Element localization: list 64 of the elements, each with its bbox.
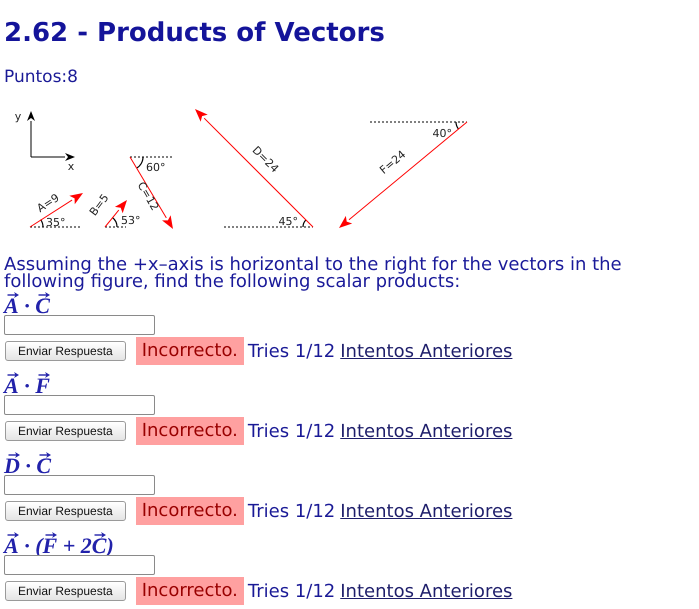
angle-label: 35° (46, 216, 66, 229)
vector-arrow-icon (6, 372, 19, 378)
submit-button[interactable]: Enviar Respuesta (5, 501, 126, 521)
reference-line (104, 226, 126, 228)
page-title: 2.62 - Products of Vectors (4, 18, 385, 48)
vector-arrow-icon (38, 372, 50, 378)
vector-arrow-icon (8, 452, 20, 458)
vector-label: A=9 (34, 191, 62, 215)
math-text: · (23, 377, 31, 395)
feedback-badge: Incorrecto. (136, 497, 244, 525)
tries-count: Tries 1/12 (248, 420, 336, 442)
feedback-badge: Incorrecto. (136, 337, 244, 365)
vector-symbol: A (4, 377, 19, 395)
answer-field[interactable] (4, 395, 155, 415)
math-text: + 2 (62, 537, 92, 555)
vector-symbol: A (4, 297, 19, 315)
axis-label: y (14, 110, 22, 123)
vector-symbol: F (35, 377, 50, 395)
previous-attempts-link[interactable]: Intentos Anteriores (340, 500, 512, 522)
vector-symbol: A (4, 537, 19, 555)
angle-label: 45° (278, 215, 298, 228)
angle-arc (455, 122, 460, 130)
angle-arc (40, 219, 44, 228)
vector-symbol: C (92, 537, 106, 555)
vector-symbol: F (42, 537, 58, 555)
vector-arrow (30, 193, 83, 228)
vector-arrow-icon (6, 532, 19, 538)
vector-symbol: C (36, 457, 52, 475)
previous-attempts-link[interactable]: Intentos Anteriores (340, 420, 512, 442)
angle-label: 60° (146, 161, 166, 174)
math-text: · (24, 457, 32, 475)
angle-arc (302, 220, 306, 228)
vector-arrow-icon (6, 292, 19, 298)
vector-symbol: C (35, 297, 50, 315)
feedback-badge: Incorrecto. (136, 577, 244, 605)
vector-arrow-icon (38, 292, 50, 298)
x-axis (30, 153, 75, 161)
points-label: Puntos:8 (4, 67, 78, 87)
tries-count: Tries 1/12 (248, 580, 336, 602)
axis-label: x (68, 160, 74, 173)
angle-label: 53° (121, 214, 140, 227)
y-axis (27, 111, 35, 158)
previous-attempts-link[interactable]: Intentos Anteriores (340, 580, 512, 602)
previous-attempts-link[interactable]: Intentos Anteriores (340, 340, 512, 362)
feedback-badge: Incorrecto. (136, 417, 244, 445)
submit-button[interactable]: Enviar Respuesta (5, 581, 126, 601)
math-text: · (23, 297, 31, 315)
tries-count: Tries 1/12 (248, 340, 336, 362)
question-text: Assuming the +x–axis is horizontal to the right for the vectors in the following figure, find the following scalar products: (4, 256, 623, 290)
tries-count: Tries 1/12 (248, 500, 336, 522)
submit-button[interactable]: Enviar Respuesta (5, 421, 126, 441)
reference-line (30, 226, 80, 228)
vector-arrow-icon (45, 532, 58, 538)
angle-arc (136, 156, 144, 169)
answer-field[interactable] (4, 555, 155, 575)
vector-arrow-icon (94, 532, 106, 538)
vector-arrow-icon (39, 452, 52, 458)
angle-label: 40° (432, 127, 452, 140)
answer-field[interactable] (4, 475, 155, 495)
answer-field[interactable] (4, 315, 155, 335)
submit-button[interactable]: Enviar Respuesta (5, 341, 126, 361)
reference-line (130, 156, 172, 158)
vector-symbol: D (4, 457, 20, 475)
angle-arc (112, 216, 118, 228)
